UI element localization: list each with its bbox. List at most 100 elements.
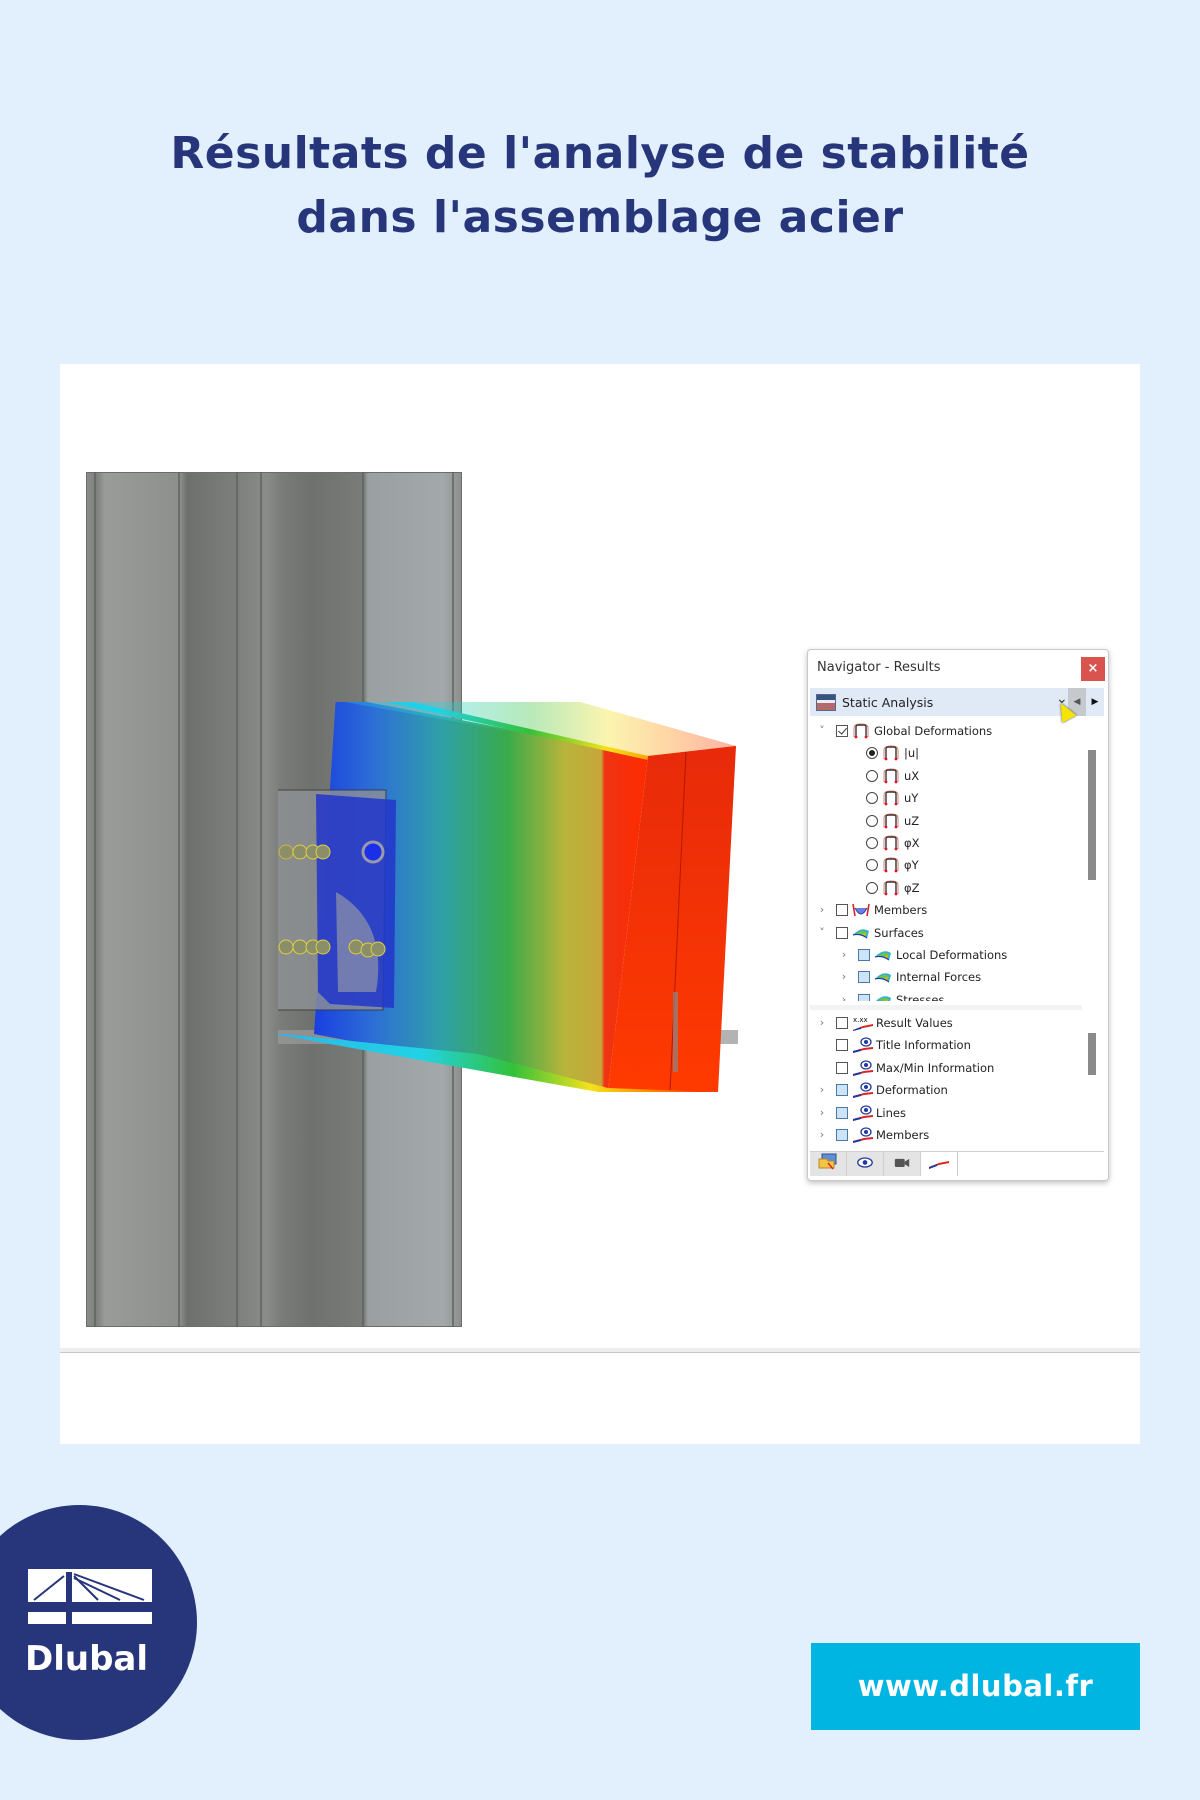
expand-chevron-icon[interactable]: › — [816, 1079, 828, 1101]
results-tree: ˅ Global Deformations |u| uX uY uZ φX φY φZ › Memb… — [810, 720, 1082, 1001]
surface-result-icon — [874, 947, 892, 963]
tree-item-z[interactable]: φZ — [810, 877, 1082, 899]
radio-button[interactable] — [866, 814, 878, 827]
checkbox[interactable] — [836, 1017, 848, 1029]
expand-chevron-icon[interactable]: › — [838, 944, 850, 966]
collapse-chevron-icon[interactable]: ˅ — [816, 922, 828, 944]
tree-item-max-min-information[interactable]: Max/Min Information — [810, 1057, 1082, 1079]
radio-button[interactable] — [866, 836, 878, 849]
checkbox[interactable] — [836, 1084, 848, 1097]
navigator-header: Navigator - Results × — [808, 650, 1108, 686]
tree-item-title-information[interactable]: Title Information — [810, 1034, 1082, 1056]
svg-text:x.xx: x.xx — [853, 1016, 868, 1024]
display-eye-icon — [852, 1082, 873, 1099]
expand-chevron-icon[interactable]: › — [816, 1012, 828, 1034]
expand-chevron-icon[interactable]: › — [816, 899, 828, 921]
tree-item-internal-forces[interactable]: › Internal Forces — [810, 966, 1082, 988]
tree-item-label: uZ — [904, 813, 920, 828]
checkbox[interactable] — [836, 926, 848, 939]
result-values-icon: x.xx — [852, 1015, 873, 1031]
tree-item-result-values[interactable]: › x.xx Result Values — [810, 1012, 1082, 1034]
beam-deformation-model[interactable] — [278, 702, 858, 1162]
checkbox[interactable] — [836, 725, 848, 737]
tree-item-label: Max/Min Information — [876, 1060, 995, 1075]
website-link[interactable]: www.dlubal.fr — [811, 1643, 1140, 1730]
expand-chevron-icon[interactable]: › — [838, 966, 850, 988]
data-navigator-icon — [818, 1152, 838, 1178]
display-tree-scrollbar[interactable] — [1088, 1033, 1096, 1075]
radio-button[interactable] — [866, 792, 878, 805]
display-eye-icon — [852, 1127, 873, 1143]
expand-chevron-icon[interactable]: › — [816, 1124, 828, 1146]
tree-item-global-deformations[interactable]: ˅ Global Deformations — [810, 720, 1082, 742]
eye-icon — [856, 1153, 874, 1177]
tree-item-deformation[interactable]: › Deformation — [810, 1079, 1082, 1101]
tree-item-label: Internal Forces — [896, 970, 982, 985]
tree-item-label: Deformation — [876, 1083, 948, 1098]
checkbox[interactable] — [858, 993, 870, 1001]
analysis-type-value: Static Analysis — [842, 695, 934, 710]
dlubal-logo[interactable]: Dlubal — [0, 1505, 197, 1740]
radio-button[interactable] — [866, 881, 878, 894]
next-button[interactable]: ▶ — [1086, 688, 1104, 716]
deformation-icon — [882, 790, 900, 806]
tree-item-y[interactable]: φY — [810, 854, 1082, 876]
display-tab[interactable] — [847, 1152, 884, 1176]
tree-item-label: Members — [876, 1127, 930, 1142]
checkbox[interactable] — [858, 948, 870, 961]
tree-item-lines[interactable]: › Lines — [810, 1102, 1082, 1124]
panel-separator — [60, 1348, 1140, 1353]
tree-item-ux[interactable]: uX — [810, 765, 1082, 787]
surface-result-icon — [874, 992, 892, 1001]
display-eye-icon — [852, 1037, 873, 1054]
tree-item-label: φY — [904, 858, 919, 873]
tree-item-local-deformations[interactable]: › Local Deformations — [810, 944, 1082, 966]
column-web-line — [236, 472, 238, 1327]
tree-splitter[interactable] — [810, 1005, 1082, 1010]
tree-item-stresses[interactable]: › Stresses — [810, 989, 1082, 1001]
tree-item-surfaces[interactable]: ˅ Surfaces — [810, 922, 1082, 944]
deformation-icon — [882, 880, 900, 896]
deformation-icon — [882, 768, 900, 784]
tree-item-label: φZ — [904, 880, 920, 895]
tree-item-members[interactable]: › Members — [810, 1124, 1082, 1146]
tree-item-label: Surfaces — [874, 925, 924, 940]
collapse-chevron-icon[interactable]: ˅ — [816, 720, 828, 742]
column-flange-line — [178, 472, 180, 1327]
expand-chevron-icon[interactable]: › — [816, 1102, 828, 1124]
close-button[interactable]: × — [1081, 657, 1105, 681]
title-line-1: Résultats de l'analyse de stabilité — [170, 128, 1030, 179]
tree-item-label: uX — [904, 768, 920, 783]
tree-item-members[interactable]: › Members — [810, 899, 1082, 921]
tree-item-x[interactable]: φX — [810, 832, 1082, 854]
analysis-type-dropdown[interactable]: Static Analysis ⌄ ◀ ▶ — [810, 688, 1104, 723]
checkbox[interactable] — [836, 904, 848, 917]
data-tab[interactable] — [810, 1152, 847, 1176]
tree-scrollbar[interactable] — [1088, 750, 1096, 880]
tree-item-uz[interactable]: uZ — [810, 810, 1082, 832]
tree-item-uy[interactable]: uY — [810, 787, 1082, 809]
views-tab[interactable] — [884, 1152, 921, 1176]
radio-button[interactable] — [866, 859, 878, 872]
checkbox[interactable] — [836, 1128, 848, 1141]
radio-button[interactable] — [866, 747, 878, 760]
checkbox[interactable] — [858, 971, 870, 984]
expand-chevron-icon[interactable]: › — [838, 989, 850, 1001]
results-tab[interactable] — [921, 1152, 958, 1176]
tree-item-label: uY — [904, 791, 919, 806]
checkbox[interactable] — [836, 1061, 848, 1074]
deformation-icon — [882, 857, 900, 873]
title-line-2: dans l'assemblage acier — [296, 192, 904, 243]
tree-item-label: φX — [904, 835, 920, 850]
checkbox[interactable] — [836, 1106, 848, 1119]
stiffener — [673, 992, 678, 1072]
tree-item-u[interactable]: |u| — [810, 742, 1082, 764]
radio-button[interactable] — [866, 769, 878, 782]
column-edge — [94, 472, 96, 1327]
tree-item-label: Title Information — [876, 1038, 971, 1053]
surface-result-icon — [852, 925, 870, 941]
display-eye-icon — [852, 1104, 873, 1121]
tree-item-label: Lines — [876, 1105, 906, 1120]
checkbox[interactable] — [836, 1039, 848, 1052]
display-tree: › x.xx Result Values Title Information Max/M… — [810, 1012, 1082, 1146]
